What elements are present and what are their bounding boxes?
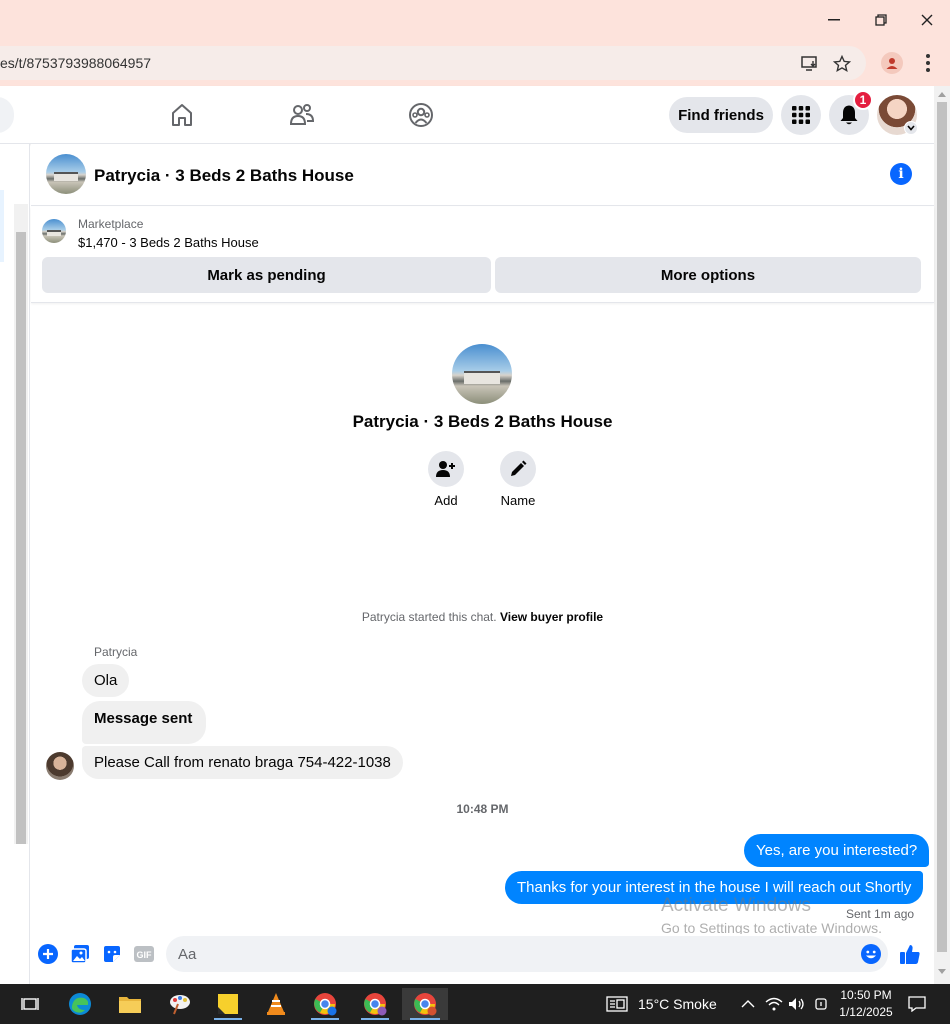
windows-taskbar: 15°C Smoke 10:50 PM 1/12/2025 xyxy=(0,984,950,1024)
facebook-header: Find friends 1 xyxy=(0,86,934,144)
edge-browser-icon[interactable] xyxy=(60,988,100,1020)
sticky-notes-icon[interactable] xyxy=(208,988,248,1020)
grid-icon xyxy=(792,106,810,124)
selected-chat-highlight[interactable] xyxy=(0,190,4,262)
clock-date: 1/12/2025 xyxy=(839,1005,893,1019)
minimize-icon xyxy=(828,19,840,21)
more-options-button[interactable]: More options xyxy=(495,257,921,293)
paint-app-icon[interactable] xyxy=(160,988,200,1020)
message-bubble-incoming[interactable]: Please Call from renato braga 754-422-10… xyxy=(82,746,403,779)
address-bar[interactable]: es/t/8753793988064957 xyxy=(0,46,866,80)
restore-button[interactable] xyxy=(861,6,901,34)
file-explorer-icon[interactable] xyxy=(110,988,150,1020)
name-label: Name xyxy=(500,493,536,508)
menu-grid-button[interactable] xyxy=(781,95,821,135)
message-bubble-incoming[interactable]: Ola xyxy=(82,664,130,697)
listing-thumbnail[interactable] xyxy=(42,219,66,243)
emoji-icon[interactable] xyxy=(860,943,882,965)
task-view-icon[interactable] xyxy=(10,988,50,1020)
chrome-active-icon[interactable] xyxy=(402,988,448,1020)
pencil-icon xyxy=(511,460,527,476)
system-clock[interactable]: 10:50 PM 1/12/2025 xyxy=(838,987,894,1021)
minimize-button[interactable] xyxy=(814,6,854,34)
notification-center-icon[interactable] xyxy=(902,988,932,1020)
message-bubble-incoming[interactable]: Message sent xyxy=(82,701,207,744)
sender-name: Patrycia xyxy=(94,645,138,659)
chrome-profile-a-icon[interactable] xyxy=(305,988,345,1020)
groups-icon[interactable] xyxy=(407,101,435,129)
page-scrollbar[interactable] xyxy=(934,86,950,984)
window-titlebar xyxy=(0,0,950,40)
chrome-profile-b-icon[interactable] xyxy=(355,988,395,1020)
restore-icon xyxy=(875,14,887,26)
browser-menu-icon[interactable] xyxy=(918,51,938,75)
weather-icon[interactable] xyxy=(602,988,632,1020)
chat-started-text: Patrycia started this chat. xyxy=(361,610,497,624)
chat-list-scrollbar-thumb[interactable] xyxy=(16,232,26,844)
close-icon xyxy=(921,14,933,26)
browser-toolbar: es/t/8753793988064957 xyxy=(0,40,950,86)
scroll-down-arrow-icon[interactable] xyxy=(938,969,946,974)
time-separator: 10:48 PM xyxy=(456,802,509,816)
edit-name-button[interactable]: Name xyxy=(488,451,548,508)
view-buyer-profile-link[interactable]: View buyer profile xyxy=(500,610,603,624)
scroll-up-arrow-icon[interactable] xyxy=(938,92,946,97)
activate-windows-watermark: Activate Windows xyxy=(661,895,811,916)
search-input[interactable] xyxy=(0,97,14,133)
message-bubble-outgoing[interactable]: Yes, are you interested? xyxy=(744,834,930,867)
chat-title[interactable]: Patrycia · 3 Beds 2 Baths House xyxy=(94,166,354,186)
sent-status: Sent 1m ago xyxy=(846,907,915,921)
notification-badge: 1 xyxy=(853,90,873,110)
marketplace-listing-bar: Marketplace $1,470 - 3 Beds 2 Baths Hous… xyxy=(31,207,934,303)
mark-as-pending-button[interactable]: Mark as pending xyxy=(42,257,491,293)
intro-avatar xyxy=(452,344,512,404)
marketplace-label: Marketplace xyxy=(78,217,144,231)
gif-icon[interactable]: GIF xyxy=(133,943,155,965)
info-icon[interactable]: i xyxy=(890,163,912,185)
meet-now-icon[interactable] xyxy=(809,988,833,1020)
like-thumb-icon[interactable] xyxy=(899,943,921,965)
bookmark-star-icon[interactable] xyxy=(832,54,852,74)
message-composer: GIF xyxy=(31,934,934,974)
add-person-icon xyxy=(436,461,455,477)
friends-icon[interactable] xyxy=(288,101,316,129)
add-label: Add xyxy=(434,493,458,508)
chevron-up-icon[interactable] xyxy=(736,988,760,1020)
weather-text[interactable]: 15°C Smoke xyxy=(638,996,717,1012)
chat-list-scrollbar[interactable] xyxy=(14,204,28,844)
add-people-button[interactable]: Add xyxy=(416,451,476,508)
listing-title[interactable]: $1,470 - 3 Beds 2 Baths House xyxy=(78,235,259,250)
photo-icon[interactable] xyxy=(69,943,91,965)
chat-avatar[interactable] xyxy=(46,154,86,194)
page-scrollbar-thumb[interactable] xyxy=(937,102,947,952)
plus-circle-icon[interactable] xyxy=(37,943,59,965)
clock-time: 10:50 PM xyxy=(840,988,892,1002)
wifi-icon[interactable] xyxy=(762,988,786,1020)
chat-list-pane xyxy=(0,144,30,984)
browser-profile-icon[interactable] xyxy=(881,52,903,74)
chat-started-notice: Patrycia started this chat. View buyer p… xyxy=(31,610,934,624)
find-friends-button[interactable]: Find friends xyxy=(669,97,773,133)
sender-avatar[interactable] xyxy=(46,752,74,780)
intro-title: Patrycia · 3 Beds 2 Baths House xyxy=(352,412,613,431)
url-text: es/t/8753793988064957 xyxy=(0,55,152,71)
vlc-player-icon[interactable] xyxy=(256,988,296,1020)
gif-label: GIF xyxy=(137,950,153,960)
volume-icon[interactable] xyxy=(785,988,809,1020)
sticker-icon[interactable] xyxy=(101,943,123,965)
close-window-button[interactable] xyxy=(907,6,947,34)
message-input[interactable] xyxy=(166,936,888,972)
chevron-down-icon[interactable] xyxy=(904,121,918,135)
home-icon[interactable] xyxy=(168,101,196,129)
chat-header: Patrycia · 3 Beds 2 Baths House i xyxy=(31,144,934,206)
install-app-icon[interactable] xyxy=(800,54,820,74)
